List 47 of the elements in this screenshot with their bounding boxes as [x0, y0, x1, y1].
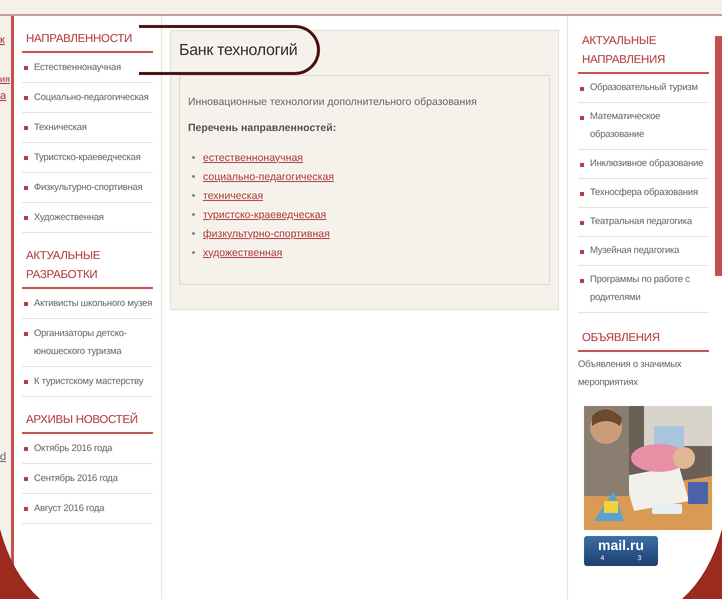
sidebar-link[interactable]: Октябрь 2016 года: [22, 434, 153, 464]
sidebar-link[interactable]: К туристскому мастерству: [22, 367, 153, 397]
corner-decoration: [682, 529, 722, 599]
section-heading: АКТУАЛЬНЫЕ НАПРАВЛЕНИЯ: [578, 30, 709, 74]
bullet-icon: [192, 156, 195, 159]
sidebar-link[interactable]: Активисты школьного музея: [22, 289, 153, 319]
section-heading: АКТУАЛЬНЫЕ РАЗРАБОТКИ: [22, 245, 153, 289]
category-link[interactable]: физкультурно-спортивная: [203, 228, 330, 240]
sidebar-link[interactable]: Сентябрь 2016 года: [22, 464, 153, 494]
sidebar-link[interactable]: Образовательный туризм: [578, 74, 709, 103]
intro-text: Инновационные технологии дополнительного образования: [188, 96, 478, 108]
bullet-icon: [192, 194, 195, 197]
category-link[interactable]: техническая: [203, 190, 264, 202]
category-link[interactable]: художественная: [203, 246, 282, 258]
scrollbar[interactable]: [715, 36, 722, 276]
sidebar-link[interactable]: Музейная педагогика: [578, 237, 709, 266]
link-fragment[interactable]: к: [0, 34, 5, 46]
sidebar-link[interactable]: Инклюзивное образование: [578, 150, 709, 179]
section-heading: ОБЪЯВЛЕНИЯ: [578, 327, 709, 352]
list-heading: Перечень направленностей:: [188, 122, 338, 134]
link-fragment[interactable]: ия: [0, 74, 10, 84]
link-fragment[interactable]: а: [0, 90, 6, 102]
sidebar-link[interactable]: Организаторы детско-юношеского туризма: [22, 319, 153, 367]
bullet-icon: [192, 232, 195, 235]
bullet-icon: [192, 213, 195, 216]
sidebar-link[interactable]: Художественная: [22, 203, 153, 233]
page-title: Банк технологий: [179, 41, 298, 61]
category-link[interactable]: социально-педагогическая: [203, 170, 334, 182]
sidebar-link[interactable]: Физкультурно-спортивная: [22, 173, 153, 203]
sidebar-link[interactable]: Техносфера образования: [578, 179, 709, 208]
bullet-icon: [192, 175, 195, 178]
bullet-icon: [192, 251, 195, 254]
category-link[interactable]: туристско-краеведческая: [203, 208, 326, 220]
category-link[interactable]: естественнонаучная: [203, 152, 303, 164]
section-heading: НАПРАВЛЕННОСТИ: [22, 28, 153, 53]
sidebar-link[interactable]: Театральная педагогика: [578, 208, 709, 237]
corner-decoration: [0, 529, 40, 599]
section-heading: АРХИВЫ НОВОСТЕЙ: [22, 409, 153, 434]
sidebar-link[interactable]: Естественнонаучная: [22, 53, 153, 83]
sidebar-link[interactable]: Туристско-краеведческая: [22, 143, 153, 173]
sidebar-link[interactable]: Математическое образование: [578, 103, 709, 150]
sidebar-link[interactable]: Август 2016 года: [22, 494, 153, 524]
sidebar-link[interactable]: Программы по работе с родителями: [578, 266, 709, 313]
link-fragment[interactable]: d: [0, 451, 6, 463]
announcement-text: Объявления о значимых мероприятиях: [578, 358, 682, 390]
sidebar-link[interactable]: Техническая: [22, 113, 153, 143]
sidebar-link[interactable]: Социально-педагогическая: [22, 83, 153, 113]
